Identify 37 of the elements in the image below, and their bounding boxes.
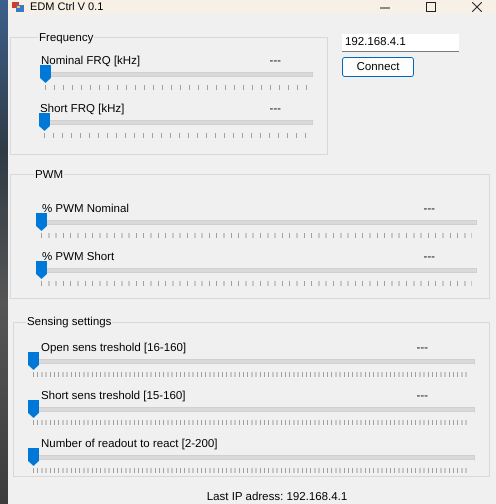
slider-track[interactable] (28, 400, 475, 418)
slider-value: --- (424, 250, 435, 265)
connect-button[interactable]: Connect (342, 56, 414, 77)
slider-label: Number of readout to react [2-200] (41, 437, 218, 452)
slider-track[interactable] (28, 352, 475, 370)
close-icon[interactable] (472, 2, 482, 12)
slider-thumb[interactable] (36, 260, 47, 279)
slider-track[interactable] (28, 448, 475, 466)
slider-value: --- (270, 102, 281, 117)
slider-track[interactable] (39, 112, 313, 131)
window-title: EDM Ctrl V 0.1 (30, 0, 104, 14)
slider-track[interactable] (36, 260, 477, 279)
slider-thumb[interactable] (39, 112, 50, 131)
slider-thumb[interactable] (28, 448, 39, 466)
slider-thumb[interactable] (40, 64, 51, 83)
slider-value: --- (424, 202, 435, 217)
slider-label: Short sens treshold [15-160] (41, 389, 186, 404)
slider-value: --- (416, 341, 428, 356)
slider-value: --- (416, 389, 428, 404)
slider-label: Short FRQ [kHz] (40, 102, 124, 117)
group-title: Sensing settings (26, 316, 112, 328)
slider-track[interactable] (36, 212, 477, 231)
slider-label: % PWM Short (42, 250, 114, 265)
slider-track[interactable] (40, 64, 313, 83)
slider-value: --- (270, 54, 281, 69)
group-title: Frequency (38, 32, 94, 44)
maximize-icon[interactable] (426, 2, 436, 12)
slider-label: Nominal FRQ [kHz] (41, 54, 140, 69)
slider-thumb[interactable] (36, 212, 47, 231)
slider-label: Open sens treshold [16-160] (41, 341, 186, 356)
slider-thumb[interactable] (28, 400, 39, 418)
slider-label: % PWM Nominal (42, 202, 129, 217)
ip-address-field[interactable]: 192.168.4.1 (342, 34, 459, 52)
last-ip-status: Last IP adress: 192.168.4.1 (206, 491, 348, 503)
window-app-icon (12, 1, 24, 12)
slider-thumb[interactable] (28, 352, 39, 370)
group-title: PWM (34, 168, 64, 181)
